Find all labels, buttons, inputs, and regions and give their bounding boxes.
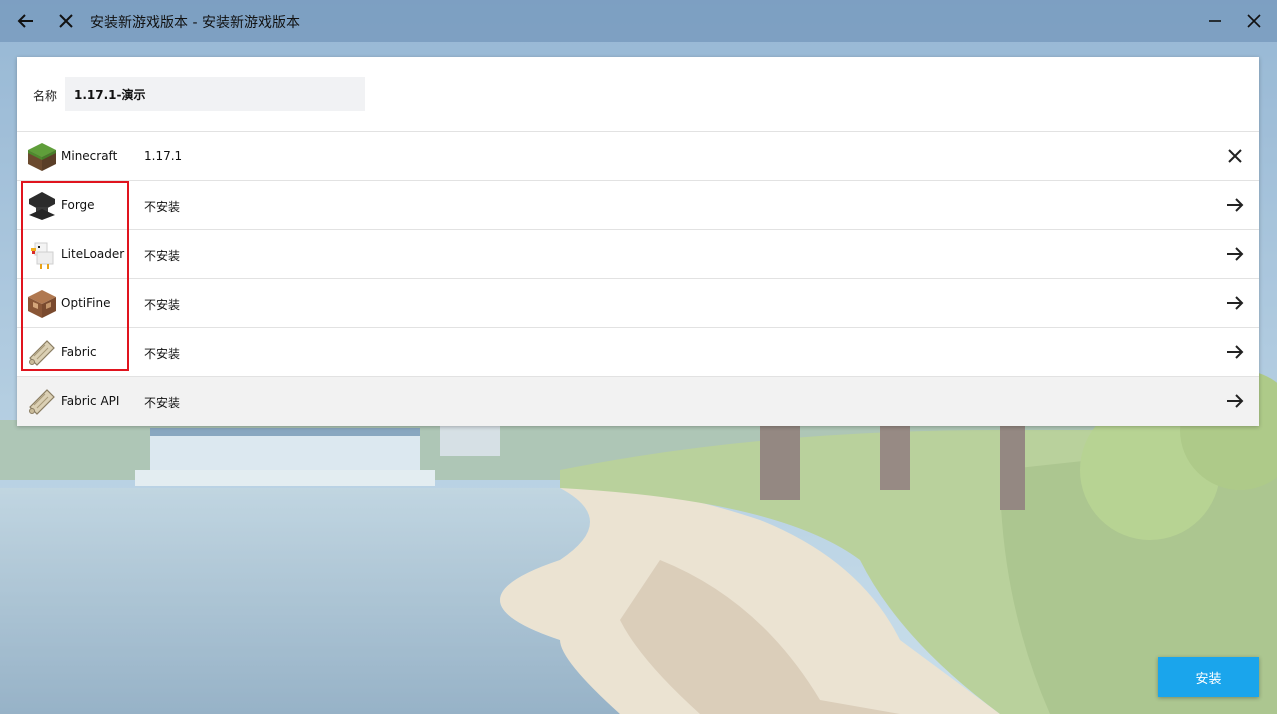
minimize-button[interactable]	[1199, 5, 1231, 37]
arrow-right-icon[interactable]	[1223, 340, 1247, 364]
arrow-right-icon[interactable]	[1223, 291, 1247, 315]
close-page-button[interactable]	[50, 5, 82, 37]
component-list: Minecraft 1.17.1 Forge 不安装 LiteLoader 不安…	[17, 132, 1259, 426]
back-button[interactable]	[10, 5, 42, 37]
component-row-fabric[interactable]: Fabric 不安装	[17, 328, 1259, 377]
chicken-icon	[31, 242, 54, 269]
name-row: 名称	[17, 57, 1259, 132]
arrow-right-icon[interactable]	[1223, 242, 1247, 266]
component-name: Fabric	[61, 345, 97, 359]
command-block-icon	[28, 290, 56, 318]
component-version: 1.17.1	[144, 149, 183, 163]
install-card: 名称 Minecraft 1.17.1 Fo	[17, 57, 1259, 426]
fabric-scroll-icon	[29, 389, 55, 415]
arrow-left-icon	[17, 14, 33, 28]
component-row-liteloader[interactable]: LiteLoader 不安装	[17, 230, 1259, 279]
component-name: Minecraft	[61, 149, 118, 163]
component-row-optifine[interactable]: OptiFine 不安装	[17, 279, 1259, 328]
fabric-scroll-icon	[29, 340, 55, 366]
name-label: 名称	[33, 89, 58, 103]
arrow-right-icon[interactable]	[1223, 193, 1247, 217]
component-status: 不安装	[144, 298, 181, 312]
window-title: 安装新游戏版本 - 安装新游戏版本	[90, 15, 300, 31]
close-icon	[59, 14, 73, 28]
component-name: LiteLoader	[61, 247, 125, 261]
component-row-minecraft[interactable]: Minecraft 1.17.1	[17, 132, 1259, 181]
component-row-forge[interactable]: Forge 不安装	[17, 181, 1259, 230]
component-status: 不安装	[144, 200, 181, 214]
minimize-icon	[1209, 20, 1221, 22]
component-row-fabric-api[interactable]: Fabric API 不安装	[17, 377, 1259, 426]
component-status: 不安装	[144, 396, 181, 410]
close-icon	[1247, 14, 1261, 28]
component-name: OptiFine	[61, 296, 111, 310]
component-status: 不安装	[144, 347, 181, 361]
grass-block-icon	[28, 143, 56, 171]
component-name: Fabric API	[61, 394, 120, 408]
title-bar: 安装新游戏版本 - 安装新游戏版本	[0, 0, 1277, 42]
name-input[interactable]	[65, 77, 365, 111]
install-button[interactable]: 安装	[1158, 657, 1259, 697]
component-status: 不安装	[144, 249, 181, 263]
close-window-button[interactable]	[1238, 5, 1270, 37]
component-name: Forge	[61, 198, 95, 212]
arrow-right-icon[interactable]	[1223, 389, 1247, 413]
anvil-icon	[29, 192, 55, 220]
remove-icon[interactable]	[1223, 144, 1247, 168]
